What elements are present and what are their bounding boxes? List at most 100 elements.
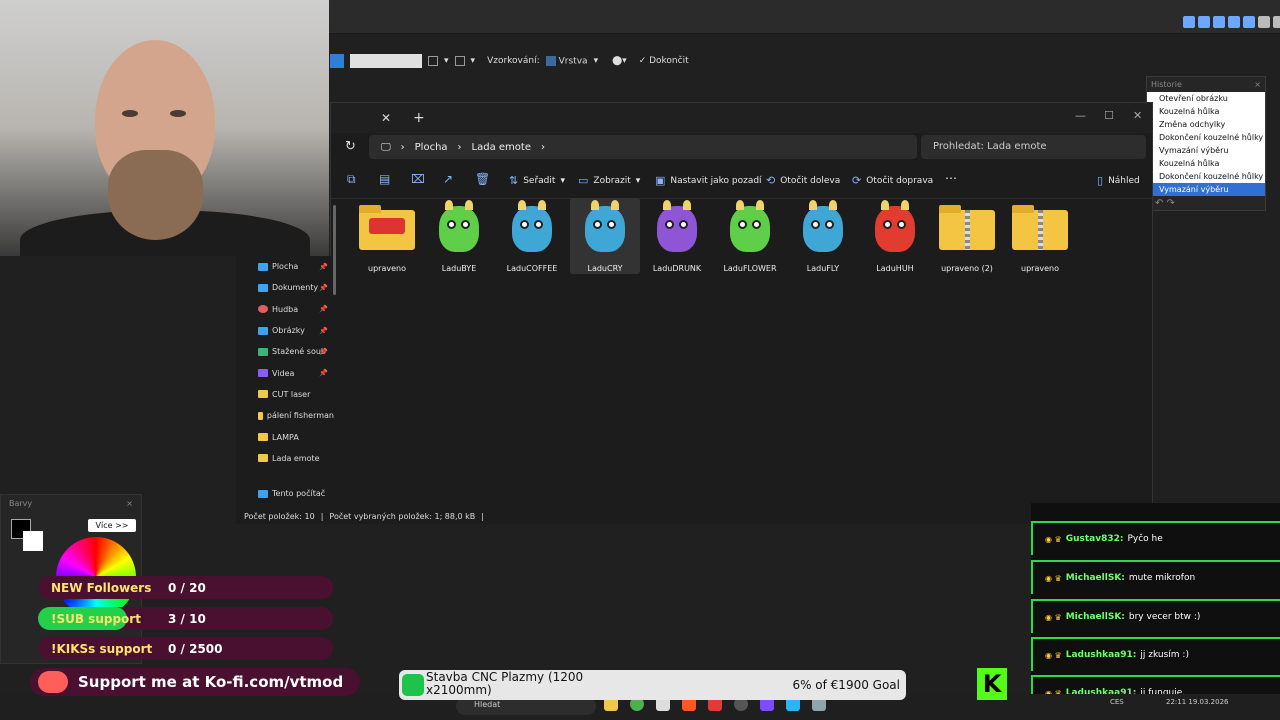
sidebar-item[interactable]: Lada emote xyxy=(236,448,334,469)
sidebar-item[interactable]: Tento počítač xyxy=(236,483,334,504)
layers-icon[interactable] xyxy=(1213,16,1225,28)
file-item[interactable]: upraveno xyxy=(1005,198,1075,274)
cut-icon[interactable]: ⧉ xyxy=(347,172,356,187)
chevron-down-icon: ▾ xyxy=(635,175,641,186)
history-icon[interactable] xyxy=(1228,16,1240,28)
navigation-scrollbar[interactable] xyxy=(333,205,336,295)
sidebar-item-label: LAMPA xyxy=(272,432,299,442)
file-item[interactable]: LaduFLY xyxy=(788,198,858,274)
goal-bar: !KIKSs support 0 / 2500 xyxy=(38,637,333,660)
file-name: LaduDRUNK xyxy=(652,264,702,273)
file-item[interactable]: LaduHUH xyxy=(860,198,930,274)
pin-icon: 📌 xyxy=(319,262,328,271)
maximize-icon[interactable]: ☐ xyxy=(1104,109,1114,122)
language-indicator[interactable]: CES xyxy=(1110,698,1124,706)
rotate-right-button[interactable]: ⟳ Otočit doprava xyxy=(852,174,933,187)
history-title: Historie xyxy=(1151,80,1182,89)
divider: | xyxy=(320,511,324,521)
sidebar-item[interactable]: Hudba 📌 xyxy=(236,299,334,320)
sidebar-item[interactable]: Videa 📌 xyxy=(236,362,334,383)
history-item[interactable]: Kouzelná hůlka xyxy=(1147,105,1265,118)
more-options-icon[interactable]: ⋯ xyxy=(945,171,957,185)
rotate-left-button[interactable]: ⟲ Otočit doleva xyxy=(766,174,840,187)
history-item[interactable]: Dokončení kouzelné hůlky xyxy=(1147,131,1265,144)
file-item[interactable]: LaduCOFFEE xyxy=(497,198,567,274)
copy-icon[interactable]: ▤ xyxy=(379,172,390,186)
more-colors-button[interactable]: Více >> xyxy=(88,519,136,532)
chat-username[interactable]: MichaellSK: xyxy=(1066,612,1125,622)
file-item[interactable]: LaduFLOWER xyxy=(715,198,785,274)
chat-username[interactable]: Gustav832: xyxy=(1066,534,1124,544)
finish-button[interactable]: ✓ Dokončit xyxy=(639,56,689,66)
chevron-down-icon[interactable]: ▾ xyxy=(594,56,599,66)
file-item[interactable]: LaduCRY xyxy=(570,198,640,274)
sidebar-item[interactable]: Stažené soub 📌 xyxy=(236,341,334,362)
clock[interactable]: 22:11 19.03.2026 xyxy=(1166,698,1229,706)
file-item[interactable]: LaduDRUNK xyxy=(642,198,712,274)
history-item[interactable]: Vymazání výběru xyxy=(1147,144,1265,157)
sidebar-item[interactable]: LAMPA xyxy=(236,426,334,447)
sidebar-item[interactable]: pálení fisherman xyxy=(236,405,334,426)
system-tray[interactable]: CES 22:11 19.03.2026 xyxy=(1110,698,1229,706)
secondary-color-swatch[interactable] xyxy=(23,531,43,551)
breadcrumb-lada-emote[interactable]: Lada emote xyxy=(472,142,531,153)
close-icon[interactable]: × xyxy=(1254,80,1261,89)
primary-color-swatch[interactable] xyxy=(330,54,344,68)
sidebar-item[interactable]: CUT laser xyxy=(236,384,334,405)
chat-username[interactable]: MichaellSK: xyxy=(1066,573,1125,583)
goal-label: !KIKSs support xyxy=(51,641,153,656)
history-item[interactable]: Vymazání výběru xyxy=(1147,183,1265,196)
share-icon[interactable]: ↗ xyxy=(443,172,453,186)
chat-badges-icon: ◉ ♛ xyxy=(1045,650,1062,660)
layer-selector[interactable]: Vrstva xyxy=(545,55,588,66)
delete-icon[interactable]: 🗑 xyxy=(475,172,490,186)
refresh-icon[interactable]: ↻ xyxy=(345,139,356,154)
history-item[interactable]: Dokončení kouzelné hůlky xyxy=(1147,170,1265,183)
close-tab-icon[interactable]: ✕ xyxy=(381,111,391,125)
blend-mode-icon[interactable] xyxy=(428,56,438,66)
pictures-icon xyxy=(258,326,268,335)
flood-mode-icon[interactable]: ⬤▾ xyxy=(612,56,627,66)
set-wallpaper-label: Nastavit jako pozadí xyxy=(670,175,762,186)
file-item[interactable]: LaduBYE xyxy=(424,198,494,274)
set-wallpaper-button[interactable]: ▣ Nastavit jako pozadí xyxy=(655,174,762,187)
history-item[interactable]: Otevření obrázku xyxy=(1147,92,1265,105)
history-panel: Historie × Otevření obrázku Kouzelná hůlk… xyxy=(1146,76,1266,211)
sidebar-item[interactable]: Dokumenty 📌 xyxy=(236,277,334,298)
settings-icon[interactable] xyxy=(1258,16,1270,28)
help-icon[interactable] xyxy=(1273,16,1280,28)
image-icon[interactable] xyxy=(1243,16,1255,28)
chevron-down-icon[interactable]: ▾ xyxy=(444,56,449,66)
file-item[interactable]: upraveno (2) xyxy=(932,198,1002,274)
preview-pane-button[interactable]: ▯ Náhled xyxy=(1097,174,1140,187)
chat-username[interactable]: Ladushkaa91: xyxy=(1066,650,1137,660)
close-window-icon[interactable]: ✕ xyxy=(1133,109,1142,122)
undo-redo-controls[interactable]: ↶ ↷ xyxy=(1147,196,1265,211)
image-thumbnail xyxy=(431,200,487,258)
address-bar[interactable]: 🖵 › Plocha › Lada emote › xyxy=(369,135,917,159)
chat-message: ◉ ♛ MichaellSK: mute mikrofon xyxy=(1031,560,1280,594)
search-input[interactable]: Prohledat: Lada emote xyxy=(921,135,1146,159)
history-item[interactable]: Změna odchylky xyxy=(1147,118,1265,131)
breadcrumb-plocha[interactable]: Plocha xyxy=(415,142,448,153)
new-tab-button[interactable]: + xyxy=(413,110,425,126)
pin-icon: 📌 xyxy=(319,369,328,378)
sort-button[interactable]: ⇅ Seřadit ▾ xyxy=(509,174,565,187)
close-icon[interactable]: × xyxy=(126,499,133,508)
command-bar: ⧉ ▤ ⌧ ↗ 🗑 ⇅ Seřadit ▾ ▭ Zobrazit ▾ ▣ Nastavit… xyxy=(331,163,1152,199)
tools-icon[interactable] xyxy=(1183,16,1195,28)
file-item[interactable]: upraveno xyxy=(352,198,422,274)
palette-icon[interactable] xyxy=(1198,16,1210,28)
tolerance-slider[interactable] xyxy=(350,54,422,68)
chevron-down-icon[interactable]: ▾ xyxy=(471,56,476,66)
sidebar-item[interactable]: Obrázky 📌 xyxy=(236,320,334,341)
antialias-icon[interactable] xyxy=(454,56,465,66)
colors-header: Barvy × xyxy=(1,495,141,512)
rename-icon[interactable]: ⌧ xyxy=(411,172,425,186)
history-list: Otevření obrázku Kouzelná hůlka Změna odch… xyxy=(1147,92,1265,196)
cnc-goal-widget: Stavba CNC Plazmy (1200 x2100mm) 6% of €… xyxy=(399,670,906,700)
minimize-icon[interactable]: — xyxy=(1075,109,1086,122)
history-item[interactable]: Kouzelná hůlka xyxy=(1147,157,1265,170)
sidebar-item[interactable]: Plocha 📌 xyxy=(236,256,334,277)
view-button[interactable]: ▭ Zobrazit ▾ xyxy=(578,174,640,187)
